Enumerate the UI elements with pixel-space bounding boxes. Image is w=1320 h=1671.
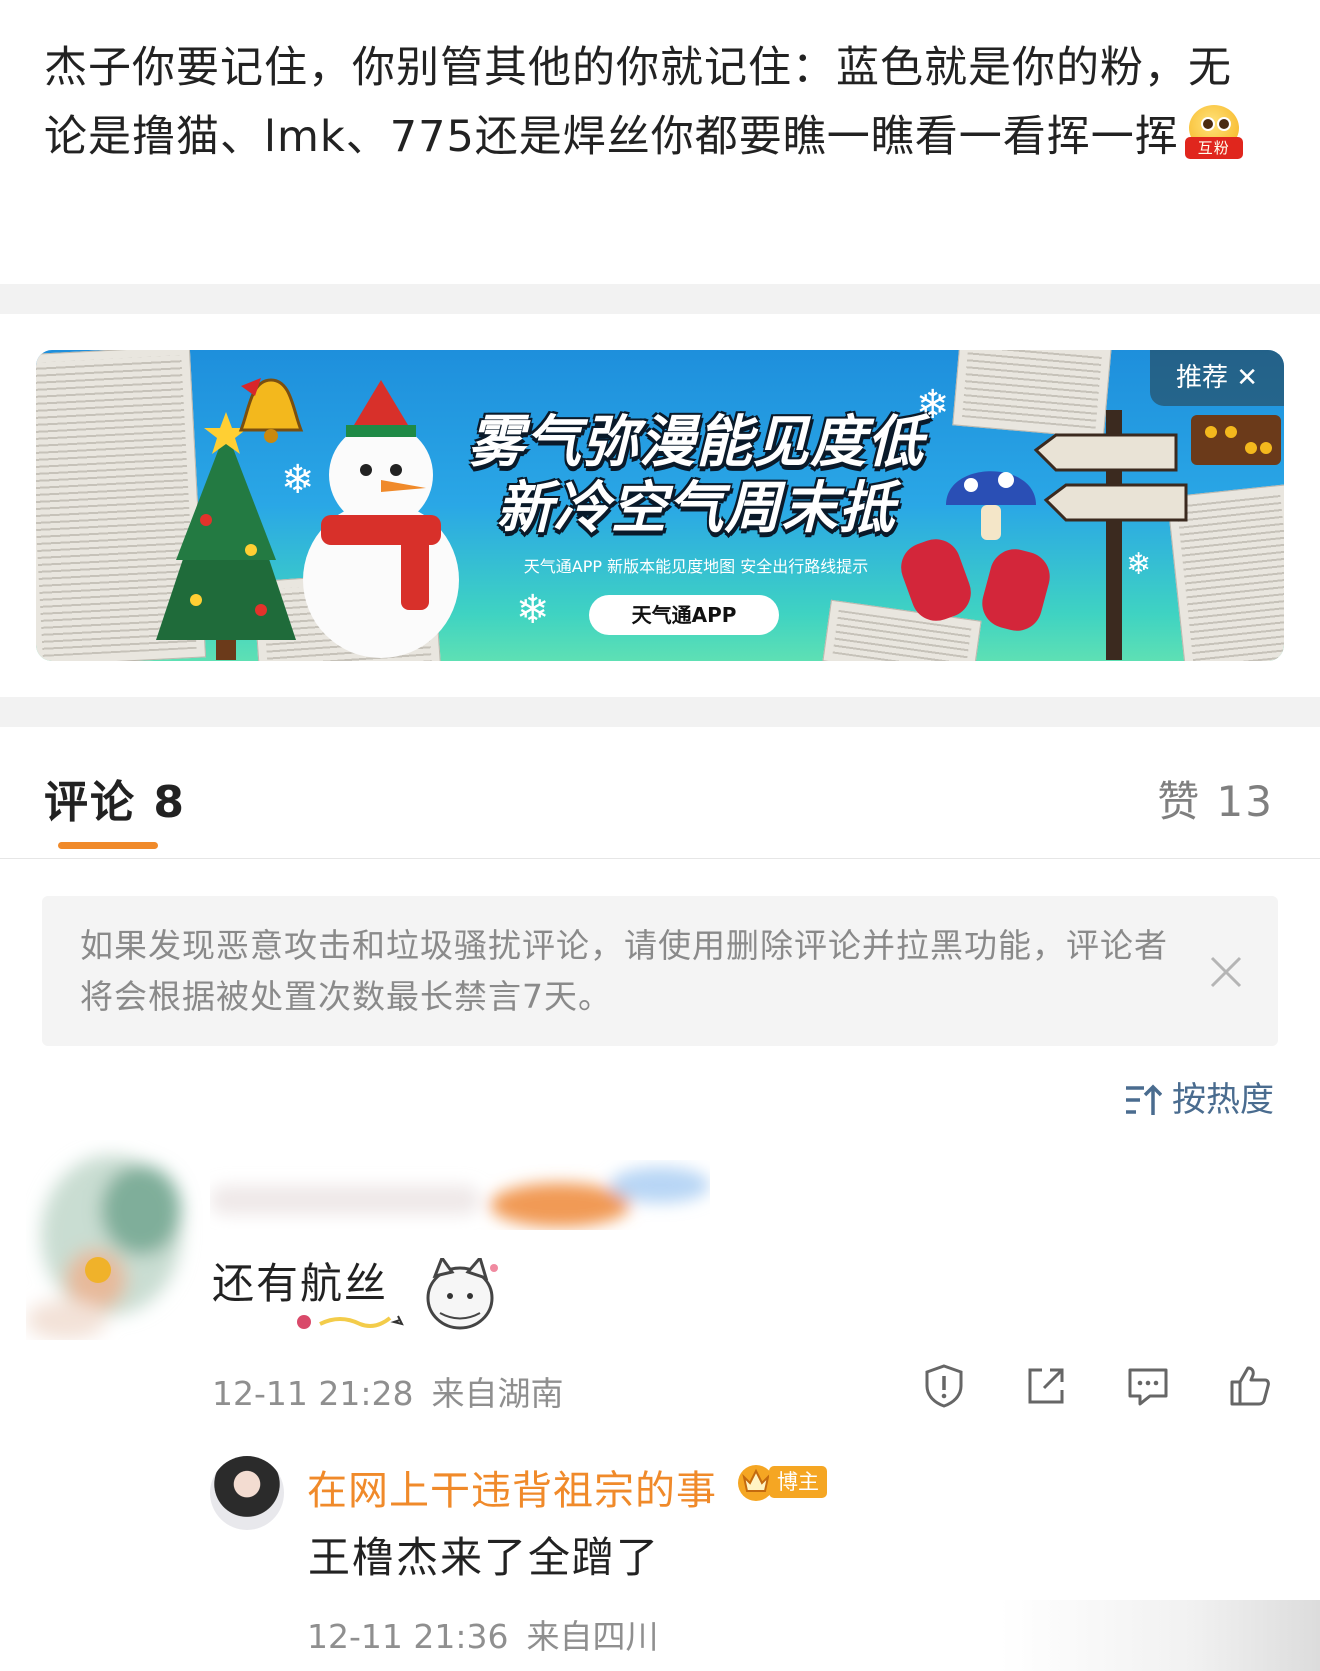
notice-text: 如果发现恶意攻击和垃圾骚扰评论，请使用删除评论并拉黑功能，评论者将会根据被处置次…	[80, 926, 1168, 1016]
snowflake-icon: ❄	[516, 587, 550, 633]
comment-tabs: 评论 8 赞 13	[0, 730, 1320, 859]
comment-time: 12-11 21:28	[212, 1374, 414, 1413]
ad-title-line2: 新冷空气周末抵	[496, 476, 896, 541]
snowflake-icon: ❄	[281, 457, 315, 503]
ad-close-icon[interactable]: ✕	[1236, 363, 1258, 393]
blurred-username[interactable]	[210, 1160, 710, 1230]
sort-label: 按热度	[1172, 1080, 1274, 1120]
tab-likes[interactable]: 赞 13	[1157, 768, 1274, 829]
reply-text: 王橹杰来了全蹭了	[308, 1533, 661, 1582]
section-divider	[0, 697, 1320, 727]
recommend-badge[interactable]: 推荐 ✕	[1150, 350, 1284, 406]
ad-title-line1: 雾气弥漫能见度低	[468, 410, 924, 475]
scroll-fade	[1000, 1600, 1320, 1671]
sort-icon	[1126, 1084, 1163, 1115]
post-text: 杰子你要记住，你别管其他的你就记住：蓝色就是你的粉，无论是撸猫、lmk、775还…	[44, 34, 1274, 172]
recommend-label: 推荐	[1175, 363, 1228, 393]
post-body: 杰子你要记住，你别管其他的你就记住：蓝色就是你的粉，无论是撸猫、lmk、775还…	[44, 43, 1232, 162]
hufen-emoji-label: 互粉	[1184, 137, 1243, 159]
reply-avatar[interactable]	[210, 1456, 284, 1530]
tab-comments[interactable]: 评论 8	[44, 766, 186, 830]
share-icon[interactable]	[1022, 1362, 1070, 1410]
report-icon[interactable]	[920, 1362, 968, 1410]
reply-username[interactable]: 在网上干违背祖宗的事	[307, 1458, 717, 1516]
snowflake-icon: ❄	[916, 382, 950, 428]
comment-location: 来自湖南	[431, 1374, 564, 1413]
close-icon[interactable]	[1208, 954, 1244, 990]
like-icon[interactable]	[1226, 1362, 1274, 1410]
section-divider	[0, 284, 1320, 314]
tab-active-indicator	[58, 842, 158, 849]
signpost-icon	[1033, 410, 1188, 660]
hufen-emoji-icon: 互粉	[1184, 105, 1243, 159]
ad-app-button[interactable]: 天气通APP	[589, 595, 779, 635]
comment-meta: 12-11 21:28 来自湖南	[212, 1367, 563, 1415]
blogger-badge: 博主	[769, 1466, 827, 1498]
ad-subtitle: 天气通APP 新版本能见度地图 安全出行路线提示	[523, 557, 869, 576]
reply-time: 12-11 21:36	[307, 1617, 509, 1656]
abacus-icon	[1191, 415, 1281, 465]
cat-sticker-icon	[297, 1258, 498, 1330]
ad-title: 雾气弥漫能见度低 新冷空气周末抵	[436, 410, 956, 542]
reply-icon[interactable]	[1124, 1362, 1172, 1410]
notice-banner: 如果发现恶意攻击和垃圾骚扰评论，请使用删除评论并拉黑功能，评论者将会根据被处置次…	[42, 896, 1278, 1046]
avatar[interactable]	[26, 1140, 226, 1340]
sort-by-hot-button[interactable]: 按热度	[1124, 1078, 1274, 1122]
reply-meta: 12-11 21:36 来自四川	[307, 1610, 658, 1658]
ad-banner[interactable]: 雾气弥漫能见度低 新冷空气周末抵 天气通APP 新版本能见度地图 安全出行路线提…	[36, 350, 1284, 661]
reply-location: 来自四川	[526, 1617, 659, 1656]
